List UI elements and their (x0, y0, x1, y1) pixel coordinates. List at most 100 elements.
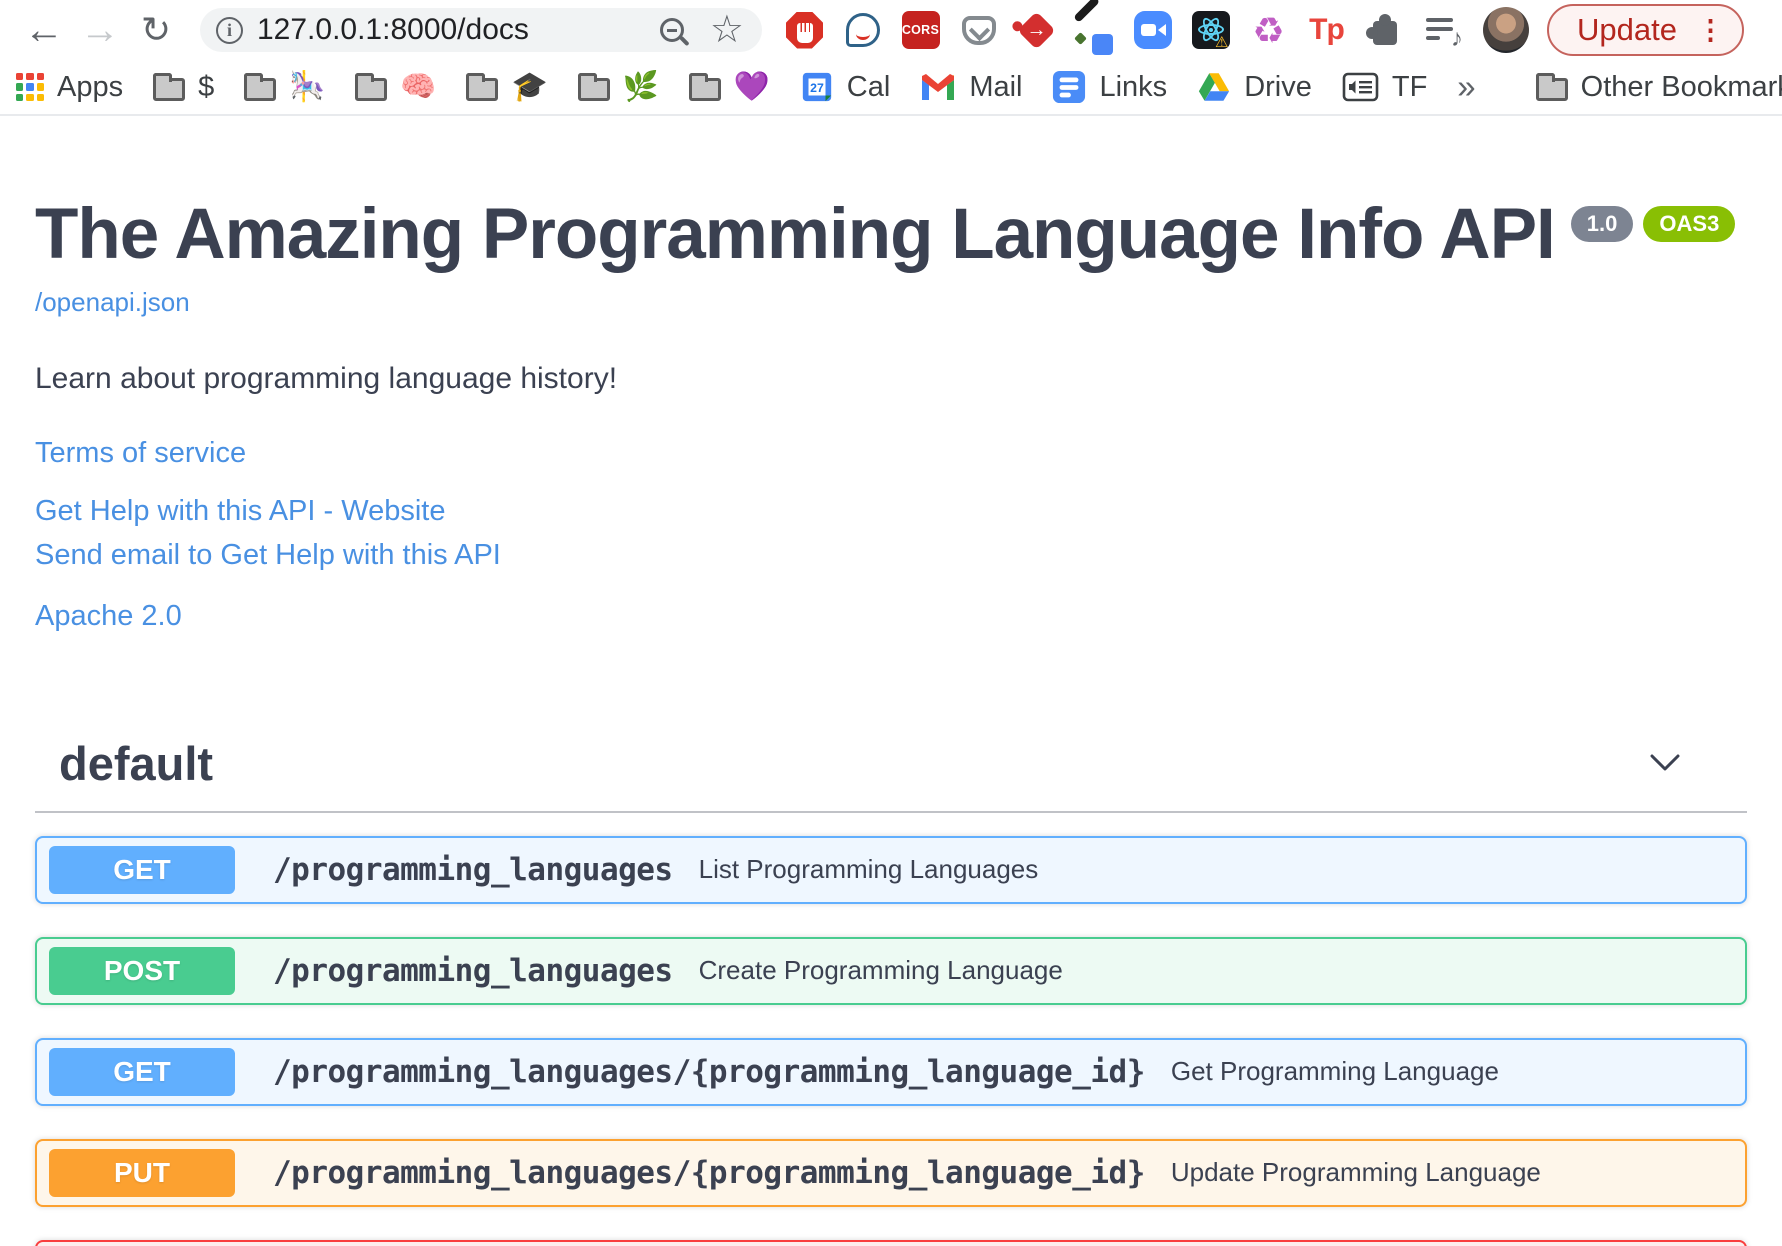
bookmark-folder-brain[interactable]: 🧠 (355, 70, 436, 104)
tp-extension-icon[interactable]: Tp (1306, 10, 1347, 51)
bookmark-calendar[interactable]: 27 Cal (800, 70, 890, 104)
title-badges: 1.0 OAS3 (1570, 206, 1736, 242)
gmail-icon (922, 74, 955, 100)
color-picker-extension-icon[interactable] (1074, 10, 1115, 55)
bookmark-links[interactable]: Links (1052, 70, 1167, 104)
bookmark-apps[interactable]: Apps (16, 71, 123, 104)
recycle-extension-icon[interactable]: ♻ (1248, 10, 1289, 51)
bookmark-star-icon[interactable]: ☆ (710, 8, 744, 52)
folder-icon (1535, 73, 1568, 101)
endpoint-list: GET /programming_languages List Programm… (35, 835, 1747, 1246)
version-badge: 1.0 (1570, 206, 1634, 242)
bookmark-label: Mail (969, 70, 1023, 103)
playlist-extension-icon[interactable]: ♪ (1422, 10, 1463, 52)
react-devtools-extension-icon[interactable]: ⚠ (1190, 10, 1231, 51)
url-text[interactable]: 127.0.0.1:8000/docs (257, 13, 529, 47)
bookmark-other-bookmarks[interactable]: Other Bookmarks (1535, 70, 1782, 104)
browser-toolbar: ← → ↻ i 127.0.0.1:8000/docs ☆ CORS → ⚠ ♻… (0, 0, 1782, 60)
cors-label: CORS (901, 11, 940, 49)
red-arrow-extension-icon[interactable]: → (1016, 10, 1057, 51)
bookmark-folder-graduation[interactable]: 🎓 (466, 70, 548, 104)
warning-icon: ⚠ (1215, 34, 1229, 49)
links-list-icon (1053, 70, 1086, 104)
help-website-link[interactable]: Get Help with this API - Website (35, 494, 1747, 529)
extensions-row: CORS → ⚠ ♻ Tp ♪ (784, 10, 1463, 55)
endpoint-row-get-one[interactable]: GET /programming_languages/{programming_… (35, 1037, 1747, 1106)
brain-emoji: 🧠 (400, 71, 437, 103)
pocket-extension-icon[interactable] (958, 10, 999, 51)
graduation-emoji: 🎓 (511, 71, 548, 103)
endpoint-path: /programming_languages (273, 952, 673, 989)
cors-extension-icon[interactable]: CORS (900, 10, 941, 51)
openapi-json-link[interactable]: /openapi.json (35, 287, 190, 318)
profile-avatar[interactable] (1483, 7, 1529, 53)
browser-menu-icon[interactable]: ⋮ (1697, 17, 1724, 44)
color-swatch (1092, 33, 1113, 55)
video-call-extension-icon[interactable] (1132, 10, 1173, 51)
bookmark-folder-dollar[interactable]: $ (153, 71, 214, 104)
carousel-emoji: 🎠 (289, 71, 326, 103)
bookmark-folder-herb[interactable]: 🌿 (577, 70, 659, 104)
reload-icon[interactable]: ↻ (128, 0, 184, 60)
terms-of-service-link[interactable]: Terms of service (35, 436, 1747, 471)
tag-header[interactable]: default (35, 722, 1747, 813)
bubble-glyph (845, 13, 880, 47)
hand-glyph (786, 11, 823, 49)
endpoint-row-get-list[interactable]: GET /programming_languages List Programm… (35, 835, 1747, 904)
default-tag-section: default GET /programming_languages List … (35, 722, 1747, 1246)
swagger-page: The Amazing Programming Language Info AP… (0, 195, 1782, 1246)
back-icon[interactable]: ← (16, 0, 72, 60)
folder-icon (244, 73, 277, 101)
api-info-block: The Amazing Programming Language Info AP… (35, 195, 1747, 634)
forward-icon[interactable]: → (72, 0, 128, 60)
folder-icon (355, 73, 388, 101)
address-bar[interactable]: i 127.0.0.1:8000/docs ☆ (200, 8, 762, 52)
endpoint-row-put-update[interactable]: PUT /programming_languages/{programming_… (35, 1138, 1747, 1207)
endpoint-row-delete[interactable]: DELETE /programming_languages/{programmi… (35, 1239, 1747, 1246)
puzzle-extensions-icon[interactable] (1364, 10, 1405, 51)
annotation-card-icon (1342, 72, 1379, 102)
zoom-out-icon[interactable] (659, 18, 684, 42)
camera-glyph (1133, 11, 1172, 49)
google-calendar-icon: 27 (802, 72, 831, 102)
license-link[interactable]: Apache 2.0 (35, 599, 1747, 634)
diamond-glyph: → (1017, 10, 1056, 50)
bookmarks-bar: Apps $ 🎠 🧠 🎓 🌿 💜 27 Cal Mail Links Drive… (0, 60, 1782, 116)
api-description: Learn about programming language history… (35, 361, 618, 395)
site-info-icon[interactable]: i (216, 16, 243, 44)
folder-icon (688, 73, 721, 101)
dropper-tip (1074, 31, 1087, 45)
chevron-down-icon[interactable] (1649, 754, 1681, 772)
endpoint-summary: Create Programming Language (698, 955, 1063, 986)
bookmarks-overflow-icon[interactable]: » (1457, 68, 1475, 106)
bookmark-folder-heart[interactable]: 💜 (688, 70, 770, 104)
folder-icon (577, 73, 610, 101)
method-badge: POST (49, 946, 235, 995)
endpoint-row-post-create[interactable]: POST /programming_languages Create Progr… (35, 936, 1747, 1005)
bookmark-label: $ (198, 70, 215, 103)
bookmark-label: Apps (57, 70, 124, 103)
pocket-glyph (961, 15, 996, 45)
atom-glyph: ⚠ (1191, 11, 1230, 49)
puzzle-glyph (1365, 14, 1397, 45)
folder-icon (466, 73, 499, 101)
bookmark-label: Drive (1244, 70, 1312, 103)
bookmark-drive[interactable]: Drive (1197, 71, 1312, 104)
update-button[interactable]: Update ⋮ (1547, 4, 1744, 56)
svg-text:27: 27 (810, 81, 824, 95)
apps-grid-icon (16, 73, 44, 101)
help-email-link[interactable]: Send email to Get Help with this API (35, 538, 1747, 573)
chat-bubble-extension-icon[interactable] (842, 10, 883, 51)
bookmark-label: Other Bookmarks (1580, 70, 1782, 103)
music-note-icon: ♪ (1451, 24, 1463, 52)
stop-hand-extension-icon[interactable] (784, 10, 825, 51)
method-badge: GET (49, 845, 235, 894)
bookmark-label: Links (1099, 70, 1168, 103)
bookmark-folder-carousel[interactable]: 🎠 (244, 70, 325, 104)
api-links-block: Terms of service Get Help with this API … (35, 436, 1747, 634)
bookmark-tf[interactable]: TF (1342, 71, 1427, 104)
folder-icon (153, 73, 186, 101)
endpoint-summary: Get Programming Language (1170, 1056, 1499, 1087)
page-title: The Amazing Programming Language Info AP… (35, 195, 1556, 274)
bookmark-mail[interactable]: Mail (920, 71, 1022, 104)
